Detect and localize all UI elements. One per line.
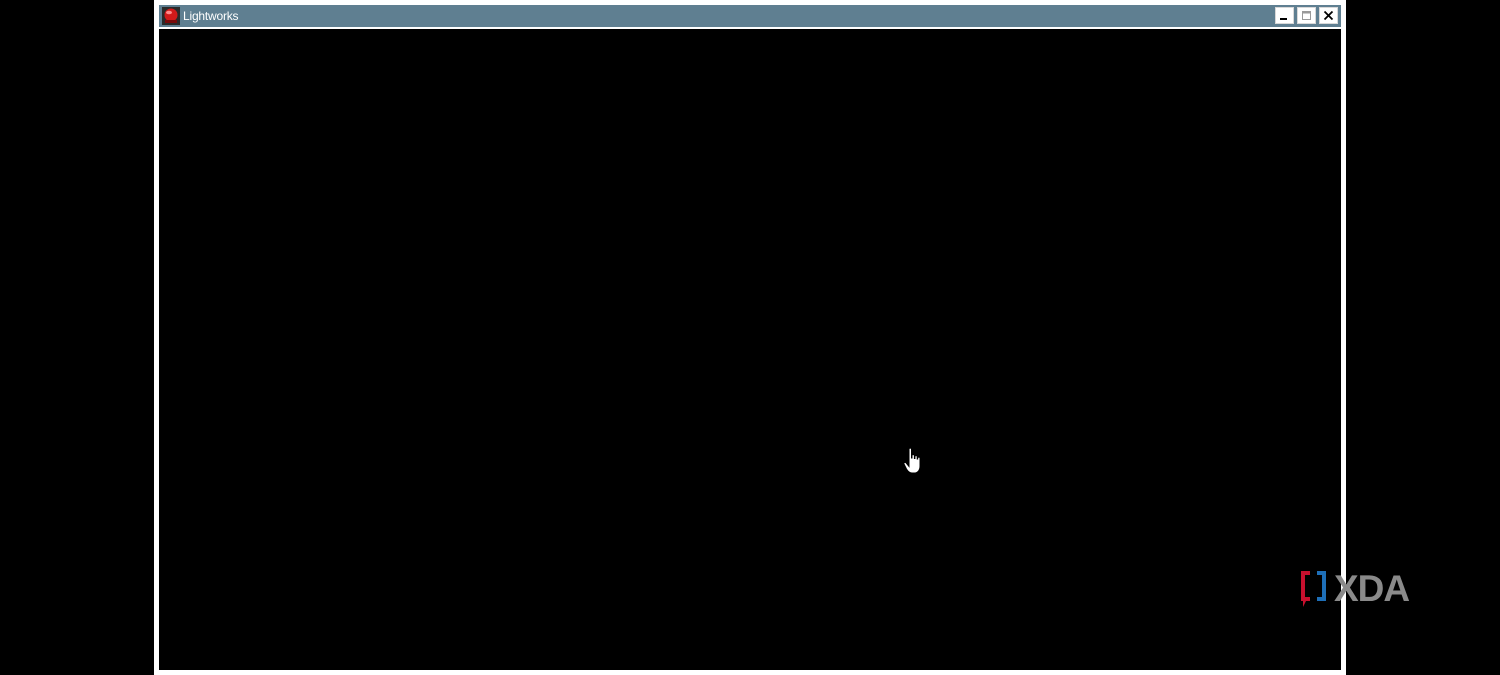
app-window: Lightworks bbox=[154, 0, 1346, 675]
close-button[interactable] bbox=[1319, 7, 1338, 24]
maximize-button[interactable] bbox=[1297, 7, 1316, 24]
lightworks-app-icon[interactable] bbox=[162, 7, 180, 25]
xda-watermark: XDA bbox=[1298, 566, 1440, 610]
minimize-button[interactable] bbox=[1275, 7, 1294, 24]
window-title: Lightworks bbox=[183, 9, 239, 23]
minimize-icon bbox=[1280, 18, 1287, 20]
title-bar[interactable]: Lightworks bbox=[159, 5, 1341, 27]
hand-pointer-icon bbox=[903, 447, 923, 475]
window-controls bbox=[1275, 7, 1338, 25]
app-client-area[interactable] bbox=[159, 29, 1341, 670]
xda-bracket-icon bbox=[1301, 571, 1326, 607]
screen: Lightworks XDA bbox=[0, 0, 1500, 675]
xda-watermark-text: XDA bbox=[1334, 567, 1410, 609]
close-icon bbox=[1323, 10, 1334, 21]
maximize-icon bbox=[1302, 11, 1311, 20]
